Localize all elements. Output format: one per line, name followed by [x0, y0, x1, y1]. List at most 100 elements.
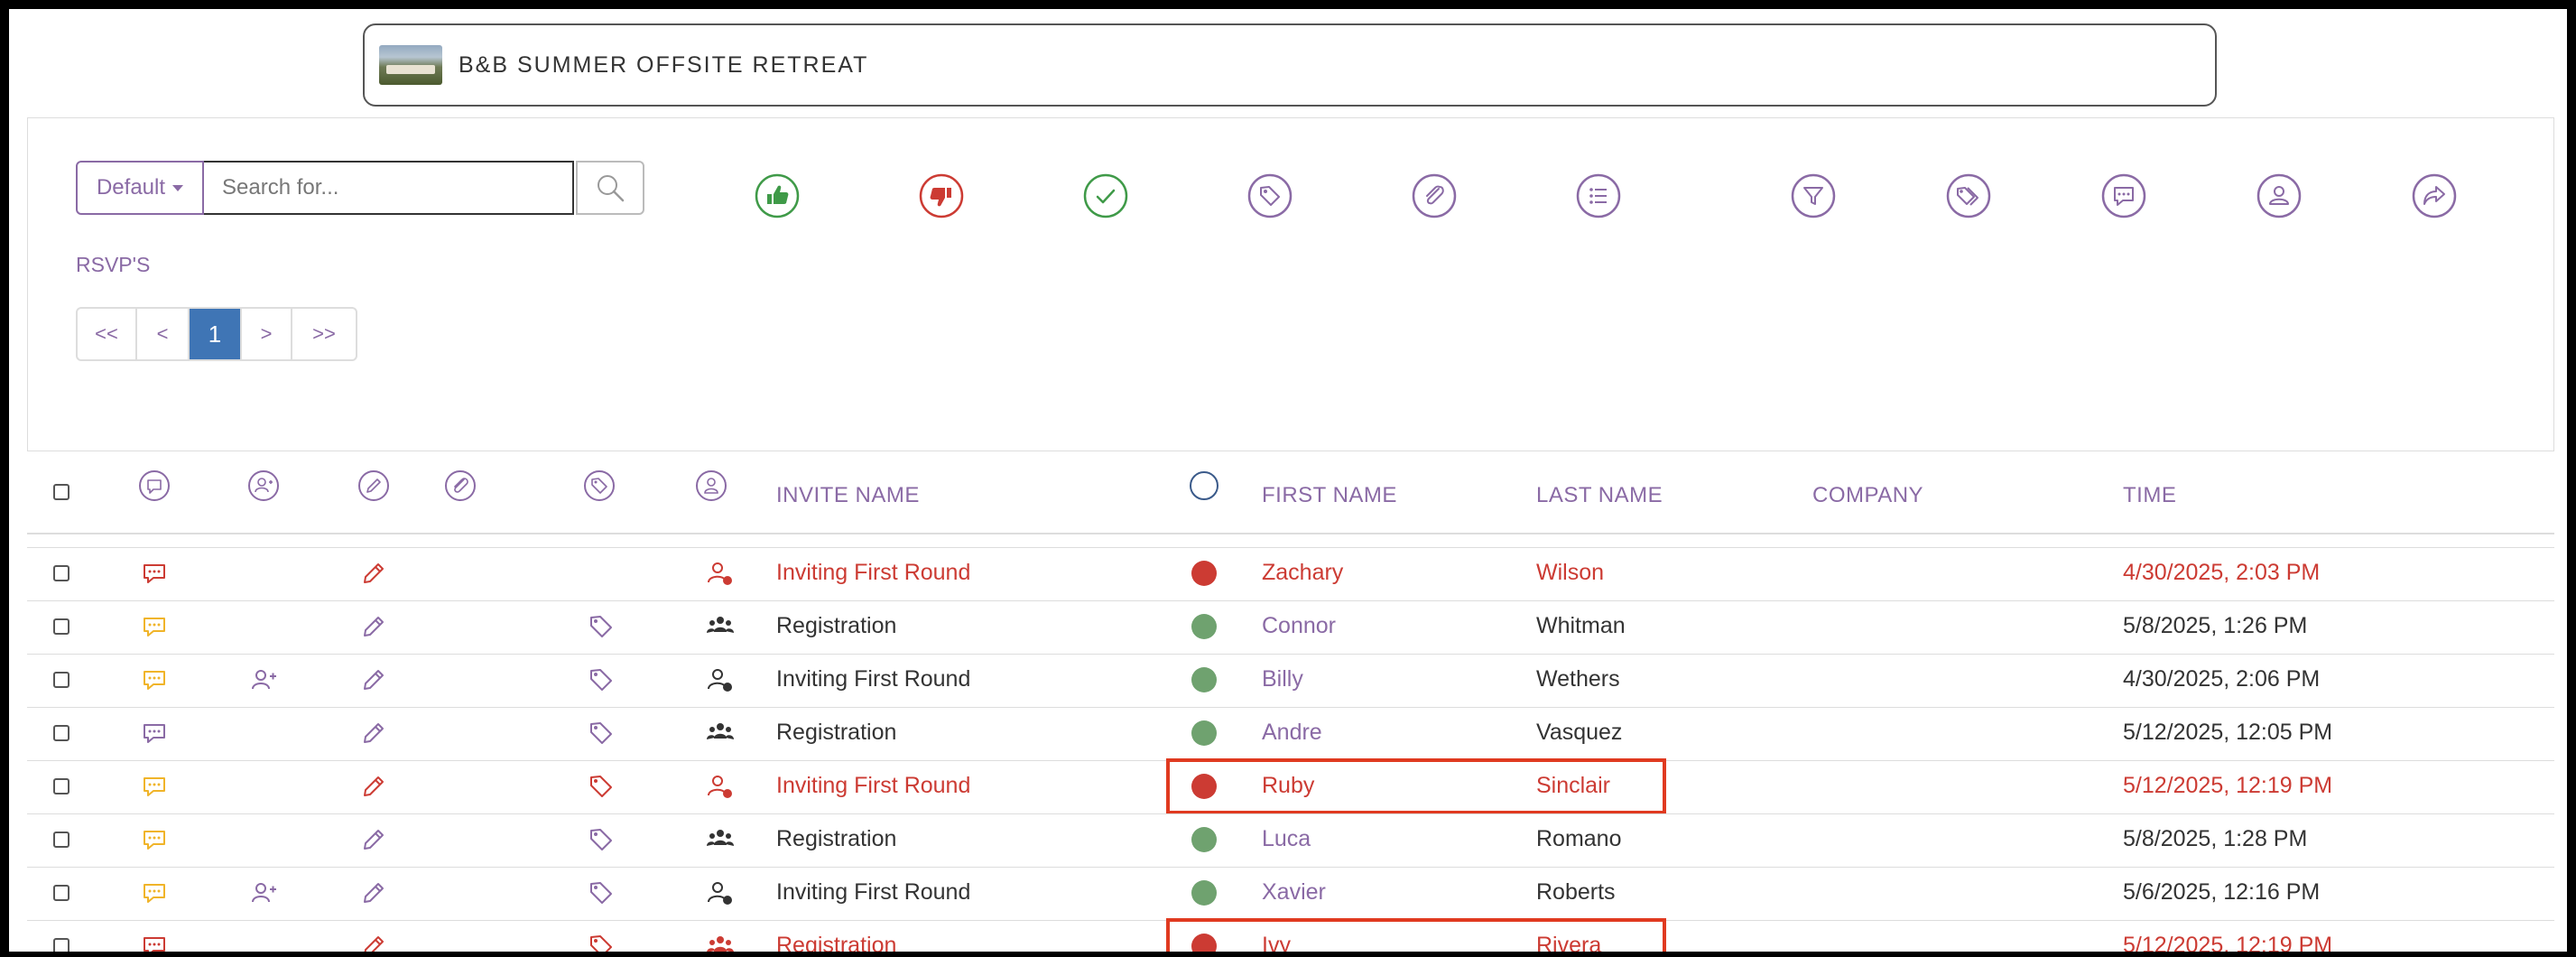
header-edit-button[interactable] — [357, 469, 390, 502]
add-user-icon — [248, 470, 279, 501]
event-thumbnail — [379, 45, 442, 85]
add-user-icon — [249, 665, 278, 694]
column-header-first-name[interactable]: FIRST NAME — [1262, 483, 1397, 508]
user-button[interactable] — [2256, 173, 2302, 218]
row-checkbox[interactable] — [53, 725, 69, 741]
row-divider — [27, 600, 2554, 601]
check-icon — [1083, 173, 1128, 218]
row-checkbox[interactable] — [53, 832, 69, 848]
invite-name: Inviting First Round — [776, 560, 971, 585]
row-divider — [27, 547, 2554, 548]
list-icon — [1576, 173, 1621, 218]
first-name-link[interactable]: Zachary — [1262, 560, 1343, 586]
first-name-link[interactable]: Billy — [1262, 666, 1303, 692]
check-button[interactable] — [1083, 173, 1128, 218]
thumbs-up-button[interactable] — [755, 173, 800, 218]
column-header-last-name[interactable]: LAST NAME — [1536, 483, 1663, 508]
thumbs-down-button[interactable] — [919, 173, 964, 218]
event-title-bar: B&B SUMMER OFFSITE RETREAT — [363, 23, 2217, 107]
user-status-icon — [706, 665, 735, 694]
header-tag-button[interactable] — [583, 469, 616, 502]
user-status-icon — [706, 772, 735, 801]
group-icon — [706, 825, 735, 854]
comment-icon — [140, 665, 169, 694]
pencil-icon — [359, 719, 388, 748]
row-checkbox[interactable] — [53, 672, 69, 688]
header-add-user-button[interactable] — [247, 469, 280, 502]
user-icon — [696, 470, 727, 501]
status-dot — [1191, 720, 1217, 746]
header-attach-button[interactable] — [444, 469, 477, 502]
comment-icon — [140, 772, 169, 801]
time: 4/30/2025, 2:03 PM — [2123, 560, 2321, 585]
status-dot — [1191, 880, 1217, 906]
tag-button[interactable] — [1247, 173, 1293, 218]
row-checkbox[interactable] — [53, 778, 69, 794]
header-status-button[interactable] — [1188, 469, 1220, 502]
user-icon — [2256, 173, 2302, 218]
last-name: Whitman — [1536, 613, 1626, 638]
pencil-icon — [359, 932, 388, 952]
row-divider — [27, 654, 2554, 655]
search-input[interactable] — [204, 161, 574, 215]
header-user-button[interactable] — [695, 469, 727, 502]
column-header-time[interactable]: TIME — [2123, 483, 2176, 508]
page-current-button[interactable]: 1 — [190, 309, 242, 359]
filter-icon — [1791, 173, 1836, 218]
pencil-icon — [359, 665, 388, 694]
list-button[interactable] — [1576, 173, 1621, 218]
add-user-icon — [249, 878, 278, 907]
page-prev-button[interactable]: < — [137, 309, 190, 359]
row-checkbox[interactable] — [53, 938, 69, 952]
view-select-dropdown[interactable]: Default — [76, 161, 204, 215]
first-name-link[interactable]: Connor — [1262, 613, 1336, 639]
last-name: Vasquez — [1536, 720, 1623, 745]
pencil-icon — [359, 559, 388, 588]
row-checkbox[interactable] — [53, 565, 69, 581]
page-last-button[interactable]: >> — [292, 309, 356, 359]
select-all-checkbox[interactable] — [53, 484, 69, 500]
row-divider — [27, 867, 2554, 868]
page-next-button[interactable]: > — [242, 309, 292, 359]
pencil-icon — [359, 825, 388, 854]
app-window: B&B SUMMER OFFSITE RETREAT Default Searc… — [9, 9, 2567, 952]
invite-name: Registration — [776, 826, 897, 851]
comment-button[interactable] — [2101, 173, 2146, 218]
time: 5/8/2025, 1:26 PM — [2123, 613, 2308, 638]
pencil-icon — [359, 878, 388, 907]
tag-icon — [587, 932, 616, 952]
row-checkbox[interactable] — [53, 618, 69, 635]
comment-icon — [140, 932, 169, 952]
share-button[interactable] — [2412, 173, 2457, 218]
last-name: Wethers — [1536, 666, 1620, 692]
first-name-link[interactable]: Xavier — [1262, 879, 1326, 906]
invite-name: Registration — [776, 720, 897, 745]
row-divider — [27, 813, 2554, 814]
time: 5/8/2025, 1:28 PM — [2123, 826, 2308, 851]
filter-button[interactable] — [1791, 173, 1836, 218]
time: 4/30/2025, 2:06 PM — [2123, 666, 2321, 692]
column-header-company[interactable]: COMPANY — [1812, 483, 1923, 508]
pencil-icon — [359, 772, 388, 801]
time: 5/12/2025, 12:05 PM — [2123, 720, 2333, 745]
row-checkbox[interactable] — [53, 885, 69, 901]
tags-button[interactable] — [1946, 173, 1991, 218]
status-dot — [1191, 827, 1217, 852]
header-comment-button[interactable] — [138, 469, 171, 502]
first-name-link[interactable]: Luca — [1262, 826, 1311, 852]
column-header-invite-name[interactable]: INVITE NAME — [776, 483, 920, 508]
comment-icon — [140, 878, 169, 907]
search-button[interactable] — [576, 161, 644, 215]
comment-icon — [140, 559, 169, 588]
attach-button[interactable] — [1412, 173, 1457, 218]
status-dot — [1191, 561, 1217, 586]
view-select-label: Default — [96, 175, 166, 200]
last-name: Roberts — [1536, 879, 1616, 905]
comment-icon — [140, 719, 169, 748]
highlight-box — [1166, 918, 1666, 952]
comment-icon — [140, 825, 169, 854]
first-name-link[interactable]: Andre — [1262, 720, 1322, 746]
share-icon — [2412, 173, 2457, 218]
invite-name: Inviting First Round — [776, 666, 971, 692]
page-first-button[interactable]: << — [78, 309, 137, 359]
